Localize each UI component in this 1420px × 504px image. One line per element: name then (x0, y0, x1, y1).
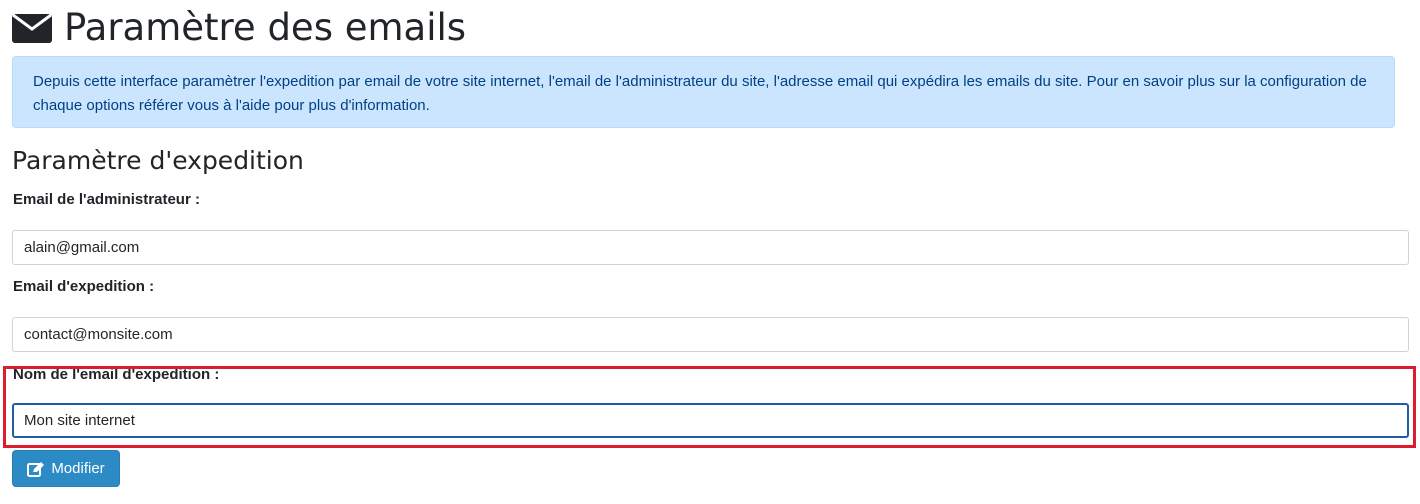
sender-name-label: Nom de l'email d'expedition : (13, 366, 220, 383)
info-alert: Depuis cette interface paramètrer l'expe… (12, 56, 1395, 128)
modify-button[interactable]: Modifier (12, 450, 120, 487)
sender-name-input[interactable] (12, 403, 1409, 438)
email-settings-page: Paramètre des emails Depuis cette interf… (0, 0, 1420, 504)
page-title: Paramètre des emails (12, 2, 466, 52)
edit-icon (27, 461, 45, 477)
admin-email-input[interactable] (12, 230, 1409, 265)
page-title-text: Paramètre des emails (64, 5, 467, 49)
sender-email-label: Email d'expedition : (13, 278, 155, 295)
section-title: Paramètre d'expedition (12, 146, 304, 175)
admin-email-label: Email de l'administrateur : (13, 191, 200, 208)
envelope-icon (12, 11, 52, 43)
modify-button-label: Modifier (51, 460, 105, 477)
sender-email-input[interactable] (12, 317, 1409, 352)
